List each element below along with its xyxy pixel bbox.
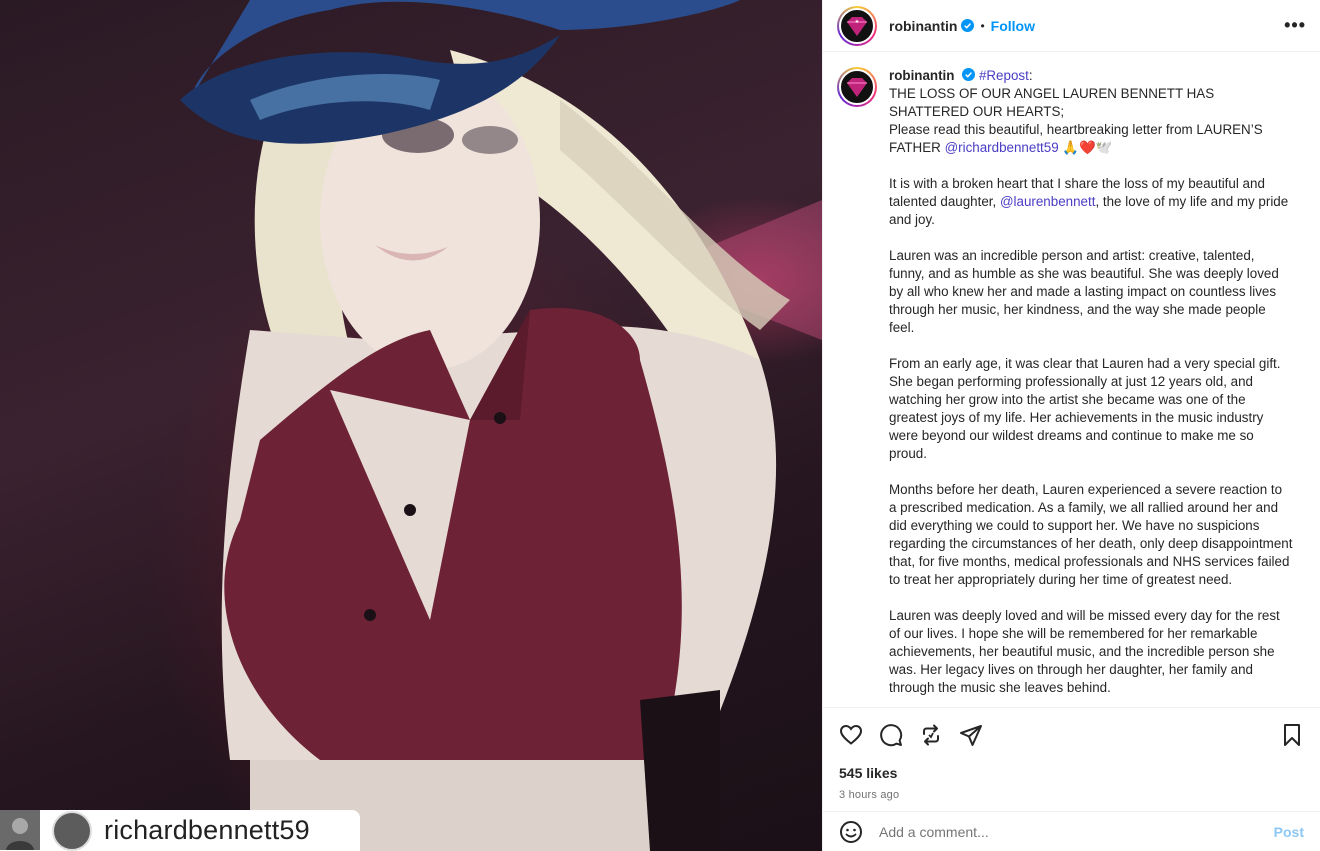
like-heart-icon[interactable] xyxy=(839,723,863,747)
colon: : xyxy=(1028,68,1033,83)
repost-username[interactable]: richardbennett59 xyxy=(104,815,310,846)
diamond-logo-icon xyxy=(847,78,867,97)
emoji-group: 🙏❤️🕊️ xyxy=(1058,140,1113,155)
follow-button[interactable]: Follow xyxy=(991,18,1035,34)
comment-bar: Post xyxy=(823,811,1320,851)
repost-hashtag[interactable]: #Repost xyxy=(979,68,1029,83)
post-sidebar: ★ robinantin • Follow ••• robinantin #Re… xyxy=(822,0,1320,851)
caption-paragraph-4: Months before her death, Lauren experien… xyxy=(889,482,1293,587)
action-bar xyxy=(823,708,1320,762)
more-options-icon[interactable]: ••• xyxy=(1284,15,1306,36)
post-timestamp[interactable]: 3 hours ago xyxy=(823,789,1320,801)
separator-dot: • xyxy=(980,18,985,33)
verified-badge-icon xyxy=(962,68,976,81)
post-header: ★ robinantin • Follow ••• xyxy=(823,0,1320,52)
caption-scroll-area[interactable]: robinantin #Repost: THE LOSS OF OUR ANGE… xyxy=(823,53,1320,707)
caption-author-avatar[interactable] xyxy=(837,67,877,107)
author-avatar[interactable]: ★ xyxy=(837,5,877,46)
likes-count[interactable]: 545 likes xyxy=(823,765,1320,781)
repost-attribution[interactable]: richardbennett59 xyxy=(0,810,360,851)
repost-avatar[interactable] xyxy=(0,810,92,851)
caption-header-line: robinantin #Repost: xyxy=(889,67,1293,85)
save-bookmark-icon[interactable] xyxy=(1280,723,1304,747)
caption: robinantin #Repost: THE LOSS OF OUR ANGE… xyxy=(837,67,1302,707)
post-actions-section: 545 likes 3 hours ago xyxy=(823,707,1320,801)
post-comment-button[interactable]: Post xyxy=(1274,824,1304,840)
caption-paragraph-1: It is with a broken heart that I share t… xyxy=(889,175,1293,229)
caption-paragraph-3: From an early age, it was clear that Lau… xyxy=(889,356,1281,461)
caption-line-1: THE LOSS OF OUR ANGEL LAUREN BENNETT HAS… xyxy=(889,86,1215,119)
mention-richardbennett59[interactable]: @richardbennett59 xyxy=(945,140,1059,155)
caption-line-2: Please read this beautiful, heartbreakin… xyxy=(889,121,1293,157)
author-username[interactable]: robinantin xyxy=(889,18,957,34)
mention-laurenbennett[interactable]: @laurenbennett xyxy=(1000,194,1096,209)
caption-username[interactable]: robinantin xyxy=(889,68,954,83)
caption-text: robinantin #Repost: THE LOSS OF OUR ANGE… xyxy=(889,67,1293,707)
share-paper-plane-icon[interactable] xyxy=(959,723,983,747)
comment-input[interactable] xyxy=(879,823,1258,840)
svg-text:★: ★ xyxy=(855,19,860,25)
repost-arrows-icon[interactable] xyxy=(919,723,943,747)
verified-badge-icon xyxy=(961,19,975,32)
post-photo-illustration xyxy=(180,0,822,851)
diamond-logo-icon: ★ xyxy=(847,16,867,36)
post-image[interactable]: richardbennett59 xyxy=(0,0,822,851)
emoji-smiley-icon[interactable] xyxy=(839,820,863,844)
caption-paragraph-5: Lauren was deeply loved and will be miss… xyxy=(889,608,1280,695)
comment-bubble-icon[interactable] xyxy=(879,723,903,747)
caption-paragraph-2: Lauren was an incredible person and arti… xyxy=(889,248,1279,335)
